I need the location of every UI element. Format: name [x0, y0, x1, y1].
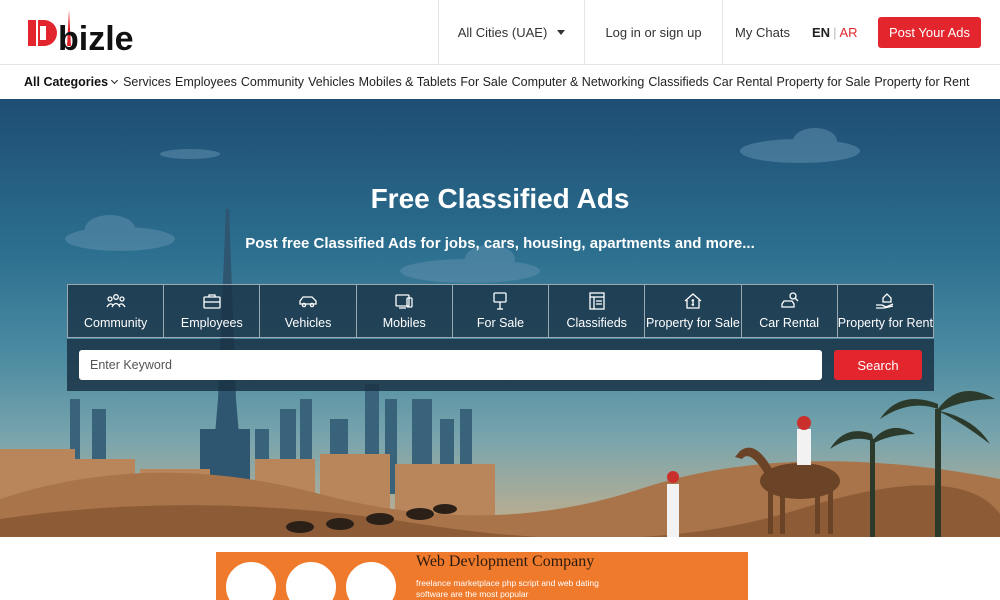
category-label: Property for Rent: [837, 316, 933, 330]
nav-item-vehicles[interactable]: Vehicles: [308, 75, 355, 89]
all-categories-dropdown[interactable]: All Categories: [24, 75, 123, 89]
category-property-for-sale[interactable]: Property for Sale: [645, 285, 742, 337]
hero-subtitle: Post free Classified Ads for jobs, cars,…: [245, 235, 755, 252]
hero-title: Free Classified Ads: [370, 183, 630, 214]
caret-down-icon: [557, 30, 566, 35]
svg-text:bizle: bizle: [58, 20, 134, 58]
category-community[interactable]: Community: [68, 285, 165, 337]
my-chats-link[interactable]: My Chats: [722, 0, 802, 65]
category-label: Car Rental: [759, 316, 820, 330]
briefcase-icon: [203, 294, 221, 309]
nav-item-mobiles-tablets[interactable]: Mobiles & Tablets: [359, 75, 457, 89]
dbizle-logo[interactable]: bizle: [28, 6, 168, 58]
for-sale-sign-icon: [493, 292, 508, 310]
lang-en-link[interactable]: EN: [812, 25, 830, 40]
search-button[interactable]: Search: [834, 350, 922, 380]
house-dollar-icon: [684, 293, 702, 309]
category-property-for-rent[interactable]: Property for Rent: [838, 285, 933, 337]
keyword-search-input[interactable]: [79, 350, 822, 380]
nav-item-employees[interactable]: Employees: [175, 75, 237, 89]
search-bar: Search: [67, 339, 934, 391]
category-label: For Sale: [476, 316, 525, 330]
language-switch: EN | AR: [812, 0, 858, 65]
mobile-icon: [395, 294, 413, 309]
login-link[interactable]: Log in or sign up: [584, 0, 722, 65]
category-for-sale[interactable]: For Sale: [453, 285, 550, 337]
category-mobiles[interactable]: Mobiles: [357, 285, 453, 337]
banner-text-line: software are the most popular: [416, 589, 529, 599]
hand-house-icon: [876, 293, 894, 309]
category-nav: All Categories Services Employees Commun…: [0, 65, 1000, 99]
banner-graphic-icon: [226, 562, 276, 600]
community-icon: [106, 294, 126, 308]
chevron-down-icon: [111, 76, 119, 85]
site-header: bizle All Cities (UAE) Log in or sign up…: [0, 0, 1000, 65]
classifieds-icon: [589, 292, 605, 310]
post-ad-button[interactable]: Post Your Ads: [878, 17, 981, 48]
banner-graphic-icon: [346, 562, 396, 600]
nav-item-classifieds[interactable]: Classifieds: [648, 75, 708, 89]
category-label: Community: [84, 316, 148, 330]
nav-item-property-for-rent[interactable]: Property for Rent: [874, 75, 969, 89]
category-shortcuts: Community Employees Vehicles Mobiles For…: [67, 284, 934, 338]
banner-ad[interactable]: Web Devlopment Company freelance marketp…: [216, 552, 748, 600]
hero-section: Free Classified Ads Post free Classified…: [0, 99, 1000, 537]
city-selector[interactable]: All Cities (UAE): [438, 0, 584, 65]
all-categories-label: All Categories: [24, 75, 109, 89]
nav-item-services[interactable]: Services: [123, 75, 171, 89]
category-label: Classifieds: [566, 316, 627, 330]
category-vehicles[interactable]: Vehicles: [260, 285, 357, 337]
category-employees[interactable]: Employees: [164, 285, 261, 337]
lang-separator: |: [833, 25, 837, 40]
banner-graphic-icon: [286, 562, 336, 600]
nav-item-property-for-sale[interactable]: Property for Sale: [777, 75, 871, 89]
nav-item-community[interactable]: Community: [241, 75, 304, 89]
category-car-rental[interactable]: Car Rental: [742, 285, 838, 337]
car-rental-icon: [781, 292, 799, 308]
category-label: Employees: [180, 316, 243, 330]
category-label: Mobiles: [382, 316, 426, 330]
car-icon: [299, 296, 317, 308]
nav-item-computer-networking[interactable]: Computer & Networking: [512, 75, 645, 89]
category-classifieds[interactable]: Classifieds: [549, 285, 646, 337]
banner-title: Web Devlopment Company: [416, 553, 595, 570]
category-label: Vehicles: [284, 316, 332, 330]
city-selector-label: All Cities (UAE): [457, 25, 548, 40]
banner-text-line: freelance marketplace php script and web…: [416, 578, 599, 588]
nav-item-for-sale[interactable]: For Sale: [460, 75, 507, 89]
nav-item-car-rental[interactable]: Car Rental: [713, 75, 773, 89]
category-label: Property for Sale: [646, 316, 740, 330]
lang-ar-link[interactable]: AR: [839, 25, 857, 40]
